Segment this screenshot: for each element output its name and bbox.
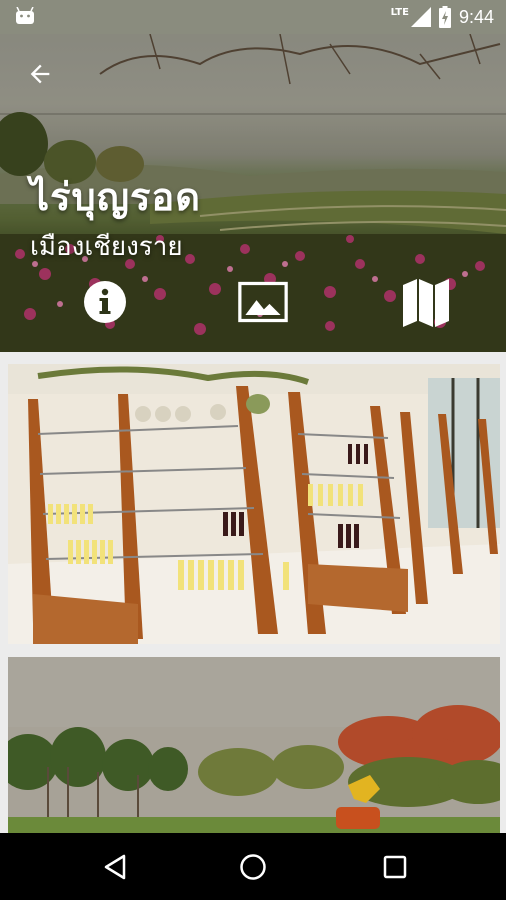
- gallery-button[interactable]: [238, 278, 288, 326]
- clock: 9:44: [458, 6, 494, 27]
- back-triangle-icon[interactable]: [100, 852, 130, 882]
- hero-header: ไร่บุญรอด เมืองเชียงราย: [0, 34, 506, 352]
- battery-charging-icon: [438, 6, 451, 28]
- gallery-photo-shop-interior[interactable]: [8, 364, 500, 644]
- status-bar: LTE 9:44: [0, 0, 506, 34]
- place-subtitle: เมืองเชียงราย: [30, 232, 183, 262]
- gallery-icon: [238, 281, 288, 323]
- android-notification-icon: [16, 7, 34, 24]
- map-button[interactable]: [401, 278, 451, 327]
- info-icon: [84, 281, 126, 323]
- signal-icon: [410, 7, 431, 27]
- garden-image: [8, 657, 500, 833]
- gallery-photo-garden[interactable]: [8, 657, 500, 833]
- shop-interior-image: [8, 364, 500, 644]
- place-title: ไร่บุญรอด: [30, 175, 201, 219]
- info-button[interactable]: [80, 278, 130, 326]
- map-icon: [403, 279, 449, 327]
- back-arrow-icon[interactable]: [26, 60, 54, 88]
- network-type-label: LTE: [390, 6, 409, 18]
- home-circle-icon[interactable]: [238, 852, 268, 882]
- recents-square-icon[interactable]: [380, 852, 410, 882]
- navigation-bar: [0, 833, 506, 900]
